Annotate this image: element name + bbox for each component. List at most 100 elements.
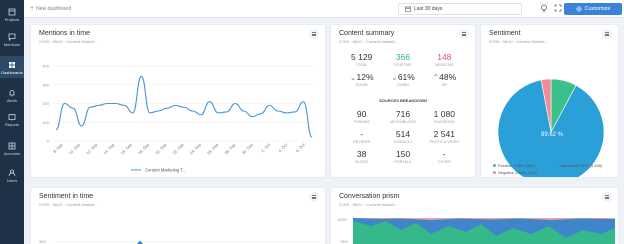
reports-icon [8, 114, 16, 121]
alerts-icon [9, 90, 15, 97]
sources-row-3: 38 BLOGS 150 PORTALS - OTHER [341, 149, 465, 164]
expand-icon[interactable] [554, 4, 562, 13]
source-value: 90 [356, 109, 367, 119]
source-value: 150 [395, 149, 411, 159]
sentiment-pie-chart: 89.62 % [497, 78, 605, 177]
source-photo-video: 2 541 PHOTO & VIDEO [424, 129, 465, 144]
y-tick-label: 200 [42, 101, 49, 106]
mentions-card: Mentions in time 07/09 - 06/10 · Content… [31, 25, 325, 177]
trend-label: DOWN [397, 83, 409, 87]
legend-label: Positive 7.38% (366) [498, 163, 535, 168]
trend-label: DOWN [355, 83, 368, 87]
x-tick-label: 18. Sep [137, 142, 151, 156]
source-label: OTHER [437, 160, 451, 164]
sidebar-item-alerts[interactable]: Alerts [0, 89, 24, 103]
source-google-plus: 514 GOOGLE+ [382, 129, 423, 144]
x-tick-label: 30. Sep [241, 142, 255, 156]
y-tick-label: 300 [42, 82, 49, 87]
x-tick-label: 4. Oct [277, 142, 289, 154]
conversation-prism-card: Conversation prism 07/09 - 06/10 · Conte… [331, 188, 618, 244]
x-tick-label: 26. Sep [206, 142, 220, 156]
gear-icon [575, 6, 582, 12]
sidebar-item-mentions[interactable]: Mentions [0, 33, 24, 47]
source-microblogs: 716 MICROBLOGS [382, 109, 423, 124]
content-summary-card: Content summary 07/09 - 06/10 · Content … [331, 25, 475, 177]
source-value: - [360, 129, 364, 139]
sidebar-item-label: Reports [4, 122, 19, 127]
legend-negative[interactable]: Negative 2.88% (148) [493, 170, 537, 175]
x-tick-label: 2. Oct [260, 142, 272, 154]
arrow-down-icon: ⌄ [391, 73, 398, 82]
customize-label: Customize [584, 6, 611, 12]
source-label: PHOTO & VIDEO [429, 140, 460, 144]
sidebar-item-label: Projects [4, 17, 20, 22]
stat-value: 148 [437, 52, 452, 62]
stat-value: 366 [395, 52, 411, 62]
sidebar-item-label: Mentions [3, 42, 21, 47]
source-value: 38 [356, 149, 367, 159]
content-summary-title: Content summary [339, 30, 395, 37]
y-tick-label: 400 [42, 64, 49, 69]
new-dashboard-link[interactable]: + New dashboard [30, 5, 71, 12]
trend-value: 61% [397, 72, 415, 82]
y-tick-label: 300 [39, 239, 46, 244]
source-value: - [442, 149, 446, 159]
sidebar-item-label: Alerts [6, 98, 18, 103]
x-tick-label: 16. Sep [120, 142, 134, 156]
legend-neutral[interactable]: Neutral 89.62% (4 639) [556, 163, 602, 168]
date-range-label: Last 30 days [414, 6, 443, 12]
legend-dot [556, 164, 559, 167]
source-other: - OTHER [424, 149, 465, 164]
trend-value: 12% [356, 72, 374, 82]
date-range-picker[interactable]: Last 30 days [398, 3, 522, 15]
x-tick-label: 22. Sep [171, 142, 185, 156]
x-tick-label: 8. Sep [52, 142, 64, 154]
bulb-icon[interactable] [540, 4, 548, 13]
sidebar-item-dashboards[interactable]: Dashboards [0, 56, 24, 78]
legend-positive[interactable]: Positive 7.38% (366) [493, 163, 535, 168]
sources-row-2: - REVIEWS 514 GOOGLE+ 2 541 PHOTO & VIDEO [341, 129, 465, 144]
mentions-series-line [55, 75, 313, 138]
y-tick-label: 100 [42, 120, 49, 125]
plus-icon: + [30, 5, 35, 12]
sidebar-item-reports[interactable]: Reports [0, 113, 24, 127]
mentions-line-chart: 0 100 200 300 400 8. Sep 10. Sep 12. Sep 14. Sep… [42, 64, 315, 173]
summary-row-trends: ⌄12% DOWN ⌄61% DOWN ⌃48% UP [341, 72, 465, 87]
sentiment-time-card: Sentiment in time 07/09 - 06/10 · Conten… [31, 188, 325, 244]
sidebar-item-accounts[interactable]: Accounts [0, 142, 24, 156]
source-value: 716 [395, 109, 411, 119]
source-label: BLOGS [355, 160, 369, 164]
source-label: PORTALS [394, 160, 412, 164]
trend-value: 48% [439, 72, 457, 82]
sentiment-card: Sentiment 07/09 - 06/10 · Content Market… [481, 25, 618, 177]
stat-label: NEGATIVE [434, 63, 454, 67]
calendar-icon [405, 6, 411, 12]
legend-label: Content Marketing T... [145, 168, 186, 173]
dashboards-icon [9, 62, 15, 68]
sources-breakdown-heading: SOURCES BREAKDOWN [379, 98, 427, 103]
source-label: FACEBOOK [434, 120, 455, 124]
stat-positive: 366 POSITIVE [382, 52, 423, 67]
x-tick-label: 10. Sep [68, 142, 82, 156]
sidebar-item-label: Dashboards [1, 70, 23, 75]
sidebar-item-label: Users [6, 178, 18, 183]
content-summary-menu-button[interactable] [459, 29, 469, 39]
trend-label: UP [441, 83, 447, 87]
x-tick-label: 24. Sep [189, 142, 203, 156]
source-label: GOOGLE+ [393, 140, 413, 144]
source-blogs: 38 BLOGS [341, 149, 382, 164]
content-summary-subtitle: 07/09 - 06/10 · Content Marketi... [339, 39, 398, 44]
sidebar-item-projects[interactable]: Projects [0, 8, 24, 22]
y-tick-label: 100% [337, 217, 348, 222]
projects-icon [8, 8, 16, 16]
source-value: 2 541 [433, 129, 455, 139]
stat-label: TOTAL [355, 63, 368, 67]
customize-button[interactable]: Customize [564, 3, 622, 15]
trend-positive: ⌄61% DOWN [382, 72, 423, 87]
sidebar-item-users[interactable]: Users [0, 169, 24, 183]
prism-area-chart: 100% 75% [337, 217, 615, 244]
x-tick-label: 28. Sep [223, 142, 237, 156]
source-label: FORUMS [353, 120, 370, 124]
legend-dot [493, 171, 496, 174]
data-point-marker [137, 240, 143, 244]
